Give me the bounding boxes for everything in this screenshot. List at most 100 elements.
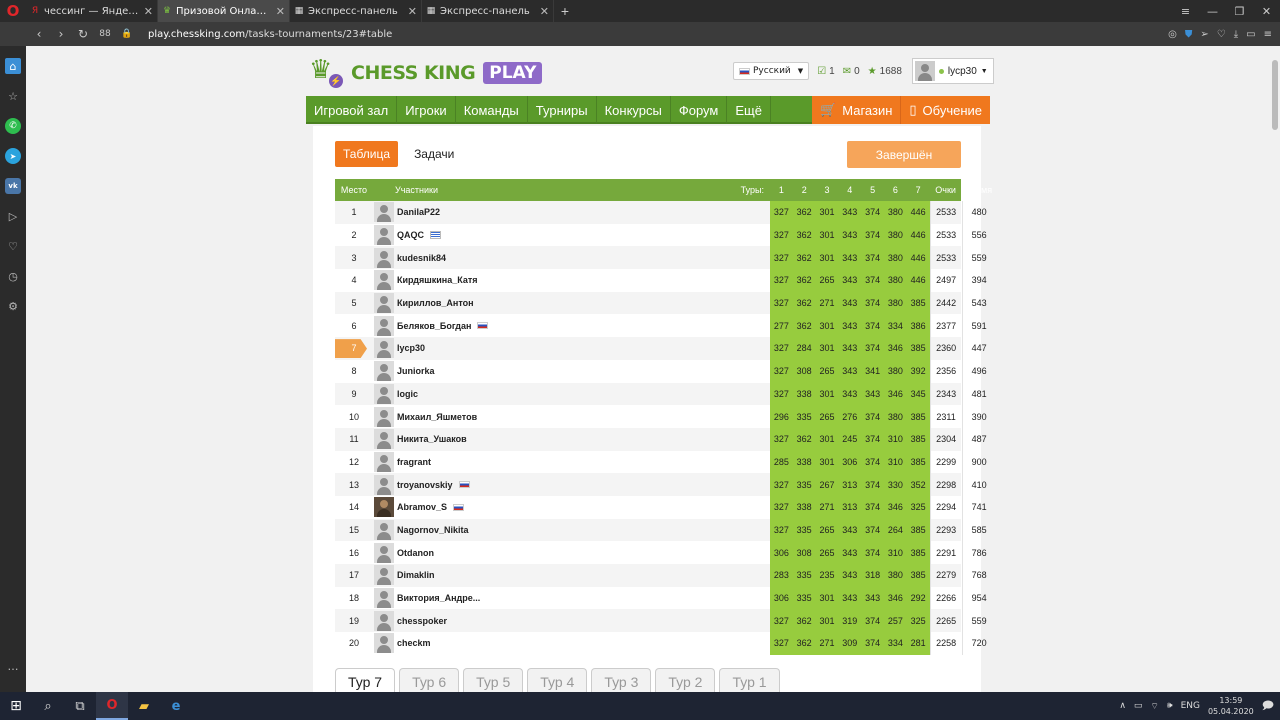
player-name[interactable]: Otdanon <box>397 548 434 558</box>
reload-icon[interactable]: ↻ <box>72 27 94 41</box>
battery-icon[interactable]: ▭ <box>1246 29 1255 40</box>
table-row[interactable]: 4 Кирдяшкина_Катя 327 362 265 343 374 380 446 249… <box>335 269 987 292</box>
nav-item[interactable]: Форум <box>671 96 728 124</box>
player-name[interactable]: Кирдяшкина_Катя <box>397 275 478 285</box>
table-row[interactable]: 16 Otdanon 306 308 265 343 374 310 385 2291 786 <box>335 541 987 564</box>
table-row[interactable]: 17 Dimaklin 283 335 235 343 318 380 385 2279 768 <box>335 564 987 587</box>
site-logo[interactable]: ♛ ⚡ CHESS KING PLAY <box>307 56 543 90</box>
round-tab[interactable]: Тур 2 <box>655 668 716 692</box>
nav-item[interactable]: Конкурсы <box>597 96 671 124</box>
camera-icon[interactable]: ◎ <box>1168 29 1177 40</box>
nav-shop[interactable]: 🛒 Магазин <box>812 96 902 124</box>
tab-menu-icon[interactable]: ≡ <box>1172 0 1199 22</box>
heart-sidebar-icon[interactable]: ♡ <box>5 238 21 254</box>
restore-icon[interactable]: ❐ <box>1226 0 1253 22</box>
tasks-stat[interactable]: ☑ 1 <box>817 66 835 77</box>
bookmark-icon[interactable]: ☆ <box>5 88 21 104</box>
battery-tray-icon[interactable]: ▭ <box>1134 701 1143 711</box>
row-player[interactable]: Кириллов_Антон <box>373 292 731 315</box>
row-player[interactable]: QAQC <box>373 224 731 247</box>
row-player[interactable]: troyanovskiy <box>373 473 731 496</box>
input-language[interactable]: ENG <box>1181 701 1200 711</box>
player-name[interactable]: QAQC <box>397 230 424 240</box>
player-name[interactable]: chesspoker <box>397 616 447 626</box>
settings-icon[interactable]: ⚙ <box>5 298 21 314</box>
player-name[interactable]: kudesnik84 <box>397 253 446 263</box>
forward-icon[interactable]: › <box>50 27 72 41</box>
tray-chevron-icon[interactable]: ∧ <box>1119 701 1126 711</box>
whatsapp-icon[interactable]: ✆ <box>5 118 21 134</box>
row-player[interactable]: Михаил_Яшметов <box>373 405 731 428</box>
table-row[interactable]: 6 Беляков_Богдан 277 362 301 343 374 334 386 2377… <box>335 314 987 338</box>
player-name[interactable]: lycp30 <box>397 343 425 353</box>
player-name[interactable]: Никита_Ушаков <box>397 434 467 444</box>
messages-stat[interactable]: ✉ 0 <box>843 66 860 77</box>
more-icon[interactable]: … <box>5 658 21 674</box>
round-tab[interactable]: Тур 4 <box>527 668 588 692</box>
language-select[interactable]: Русский ▼ <box>733 62 810 80</box>
close-window-icon[interactable]: ✕ <box>1253 0 1280 22</box>
player-name[interactable]: Виктория_Андре... <box>397 593 480 603</box>
table-row[interactable]: 19 chesspoker 327 362 301 319 374 257 325 2265 559 <box>335 609 987 633</box>
player-name[interactable]: troyanovskiy <box>397 480 453 490</box>
browser-tab[interactable]: Ячессинг — Яндекс: нашл ✕ <box>26 0 158 22</box>
history-icon[interactable]: ◷ <box>5 268 21 284</box>
table-row[interactable]: 12 fragrant 285 338 301 306 374 310 385 2299 900 <box>335 450 987 474</box>
heart-icon[interactable]: ♡ <box>1217 29 1226 40</box>
player-name[interactable]: fragrant <box>397 457 431 467</box>
new-tab-button[interactable]: + <box>554 0 576 22</box>
row-player[interactable]: logic <box>373 383 731 406</box>
task-view-icon[interactable]: ⧉ <box>64 692 96 720</box>
table-row[interactable]: 7 lycp30 327 284 301 343 374 346 385 2360 447 <box>335 337 987 360</box>
row-player[interactable]: Abramov_S <box>373 496 731 519</box>
table-row[interactable]: 2 QAQC 327 362 301 343 374 380 446 2533 556 <box>335 223 987 247</box>
row-player[interactable]: Nagornov_Nikita <box>373 519 731 542</box>
player-name[interactable]: Беляков_Богдан <box>397 321 471 331</box>
tab-close-icon[interactable]: ✕ <box>540 5 549 18</box>
tab-close-icon[interactable]: ✕ <box>144 5 153 18</box>
table-row[interactable]: 8 Juniorka 327 308 265 343 341 380 392 2356 496 <box>335 359 987 383</box>
nav-item[interactable]: Игровой зал <box>306 96 398 124</box>
tab-close-icon[interactable]: ✕ <box>276 5 285 18</box>
browser-tab[interactable]: ♛ Призовой Онлайн конкур ✕ <box>158 0 290 22</box>
row-player[interactable]: fragrant <box>373 451 731 474</box>
table-row[interactable]: 15 Nagornov_Nikita 327 335 265 343 374 264 385 22… <box>335 518 987 542</box>
table-row[interactable]: 11 Никита_Ушаков 327 362 301 245 374 310 385 2304… <box>335 427 987 451</box>
player-name[interactable]: logic <box>397 389 418 399</box>
rating-stat[interactable]: ★ 1688 <box>868 66 902 77</box>
row-player[interactable]: checkm <box>373 632 731 655</box>
notifications-icon[interactable]: 🗩 <box>1262 697 1274 716</box>
row-player[interactable]: Никита_Ушаков <box>373 428 731 451</box>
round-tab[interactable]: Тур 5 <box>463 668 524 692</box>
round-tab[interactable]: Тур 1 <box>719 668 780 692</box>
download-icon[interactable]: ⤓ <box>1234 29 1238 40</box>
row-player[interactable]: Кирдяшкина_Катя <box>373 269 731 292</box>
player-name[interactable]: Михаил_Яшметов <box>397 412 477 422</box>
nav-item[interactable]: Команды <box>456 96 528 124</box>
send-icon[interactable]: ➢ <box>1200 29 1208 40</box>
nav-learning[interactable]: ▯ Обучение <box>901 96 990 124</box>
row-player[interactable]: Виктория_Андре... <box>373 587 731 610</box>
table-row[interactable]: 9 logic 327 338 301 343 343 346 345 2343 481 <box>335 382 987 406</box>
round-tab[interactable]: Тур 7 <box>335 668 396 692</box>
browser-tab[interactable]: ▦ Экспресс-панель ✕ <box>422 0 554 22</box>
minimize-icon[interactable]: — <box>1199 0 1226 22</box>
row-player[interactable]: Otdanon <box>373 541 731 564</box>
clock[interactable]: 13:59 05.04.2020 <box>1208 695 1254 717</box>
windows-start-icon[interactable]: ⊞ <box>0 692 32 720</box>
table-row[interactable]: 18 Виктория_Андре... 306 335 301 343 343 346 292… <box>335 586 987 610</box>
player-name[interactable]: Dimaklin <box>397 570 435 580</box>
nav-item[interactable]: Ещё <box>727 96 771 124</box>
scroll-thumb[interactable] <box>1272 60 1278 130</box>
network-icon[interactable]: ⌔ <box>1150 701 1158 712</box>
player-name[interactable]: DanilaP22 <box>397 207 440 217</box>
row-player[interactable]: kudesnik84 <box>373 246 731 269</box>
edge-icon[interactable]: e <box>160 692 192 720</box>
tab-counter[interactable]: 88 <box>94 29 116 39</box>
table-row[interactable]: 5 Кириллов_Антон 327 362 271 343 374 380 385 2442… <box>335 291 987 315</box>
opera-menu-icon[interactable]: O <box>0 0 26 22</box>
file-explorer-icon[interactable]: ▰ <box>128 692 160 720</box>
table-row[interactable]: 10 Михаил_Яшметов 296 335 265 276 374 380 385 231… <box>335 405 987 428</box>
nav-item[interactable]: Игроки <box>397 96 456 124</box>
finished-button[interactable]: Завершён <box>847 141 961 168</box>
